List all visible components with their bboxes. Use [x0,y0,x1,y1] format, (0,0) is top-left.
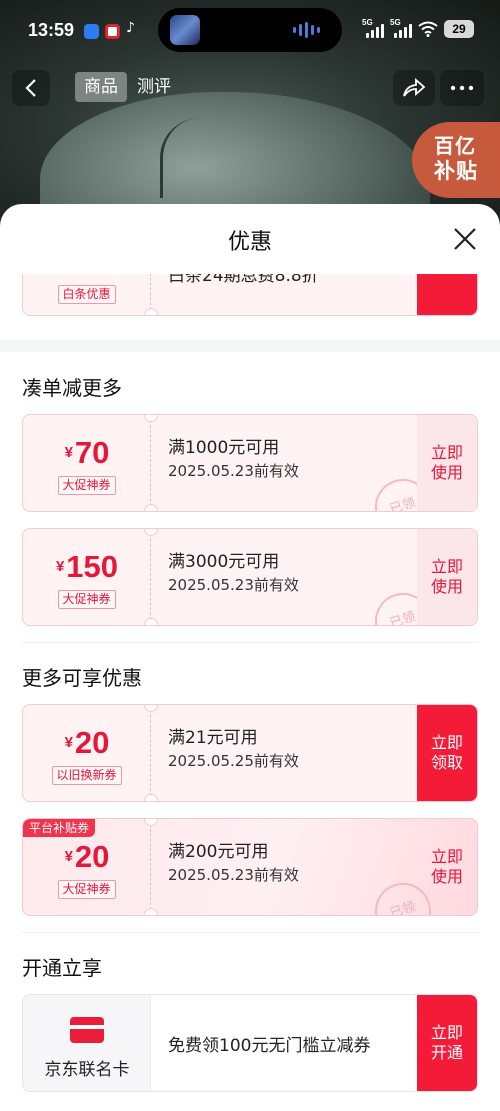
coupon-card: ¥150 大促神券 满3000元可用 2025.05.23前有效 已领 立即使用 [22,528,478,626]
card-offer-description: 免费领100元无门槛立减券 [168,1036,371,1056]
claim-now-button[interactable]: 立即领取 [417,705,477,801]
sheet-title: 优惠 [227,230,272,255]
wifi-icon [418,21,438,37]
coupon-validity: 2025.05.23前有效 [168,576,299,594]
coupon-tag: 大促神券 [57,880,116,899]
section-title-more-offers: 更多可享优惠 [22,666,142,690]
audio-wave-icon [293,22,320,38]
coupon-amount: ¥150 [55,549,119,584]
section-title-more-discounts: 凑单减更多 [22,376,122,400]
coupon-condition: 满21元可用 [168,728,258,748]
card-name: 京东联名卡 [44,1060,130,1080]
tiktok-icon: ♪ [126,20,135,36]
share-button[interactable] [393,70,435,106]
tab-product[interactable]: 商品 [75,72,127,102]
close-button[interactable] [448,222,482,256]
coupon-tag: 大促神券 [57,590,116,609]
back-button[interactable] [12,70,50,106]
co-branded-card-offer: 京东联名卡 免费领100元无门槛立减券 立即开通 [22,994,478,1092]
section-title-open-benefits: 开通立享 [22,956,102,980]
coupon-bottom-sheet: 优惠 白条优惠 白条24期息费8.8折 购买 凑单减更多 ¥70 大促神券 [0,204,500,1111]
coupon-description: 白条24期息费8.8折 [168,274,319,286]
share-icon [403,78,426,97]
chevron-left-icon [25,79,36,97]
coupon-condition: 满200元可用 [168,842,269,862]
product-page-background: 13:59 ♪ 5G 5G 29 商品 测评 百亿 补贴 [0,0,500,230]
platform-subsidy-tag: 平台补贴券 [23,819,96,837]
coupon-amount: ¥20 [64,725,110,760]
battery-indicator: 29 [444,20,474,38]
coupon-validity: 2025.05.23前有效 [168,866,299,884]
coupon-list[interactable]: 白条优惠 白条24期息费8.8折 购买 凑单减更多 ¥70 大促神券 满1000… [0,274,500,1111]
status-time: 13:59 [28,20,75,40]
more-button[interactable] [440,70,484,106]
coupon-condition: 满1000元可用 [168,438,280,458]
coupon-amount: ¥70 [64,435,110,470]
app-notification-icon-1 [84,24,99,39]
use-now-button[interactable]: 立即使用 [417,529,477,625]
coupon-tag: 白条优惠 [57,285,116,304]
cellular-signal-icon-1: 5G [362,18,384,38]
subsidy-badge[interactable]: 百亿 补贴 [412,122,500,198]
open-card-button[interactable]: 立即开通 [417,995,477,1091]
use-now-button[interactable]: 立即使用 [417,819,477,915]
coupon-condition: 满3000元可用 [168,552,280,572]
close-icon [454,228,476,250]
coupon-validity: 2025.05.25前有效 [168,752,299,770]
use-now-button[interactable]: 立即使用 [417,415,477,511]
tab-review[interactable]: 测评 [137,72,171,102]
product-nav-bar: 商品 测评 [0,68,500,108]
coupon-card-baitiao: 白条优惠 白条24期息费8.8折 购买 [22,274,478,316]
credit-card-icon [70,1017,104,1043]
more-dots-icon [450,85,474,91]
status-bar: 13:59 ♪ 5G 5G 29 [0,0,500,62]
coupon-tag: 大促神券 [57,476,116,495]
dynamic-island [158,8,342,52]
buy-button[interactable]: 购买 [417,274,477,315]
app-notification-icon-2 [105,24,120,39]
coupon-validity: 2025.05.23前有效 [168,462,299,480]
cellular-signal-icon-2: 5G [390,18,412,38]
coupon-tag: 以旧换新券 [51,766,122,785]
coupon-card: ¥20 以旧换新券 满21元可用 2025.05.25前有效 立即领取 [22,704,478,802]
coupon-amount: ¥20 [64,839,110,874]
coupon-card-platform-subsidy: ¥20 大促神券 平台补贴券 满200元可用 2025.05.23前有效 已领 … [22,818,478,916]
coupon-card: ¥70 大促神券 满1000元可用 2025.05.23前有效 已领 立即使用 [22,414,478,512]
media-thumbnail-icon [170,15,200,45]
